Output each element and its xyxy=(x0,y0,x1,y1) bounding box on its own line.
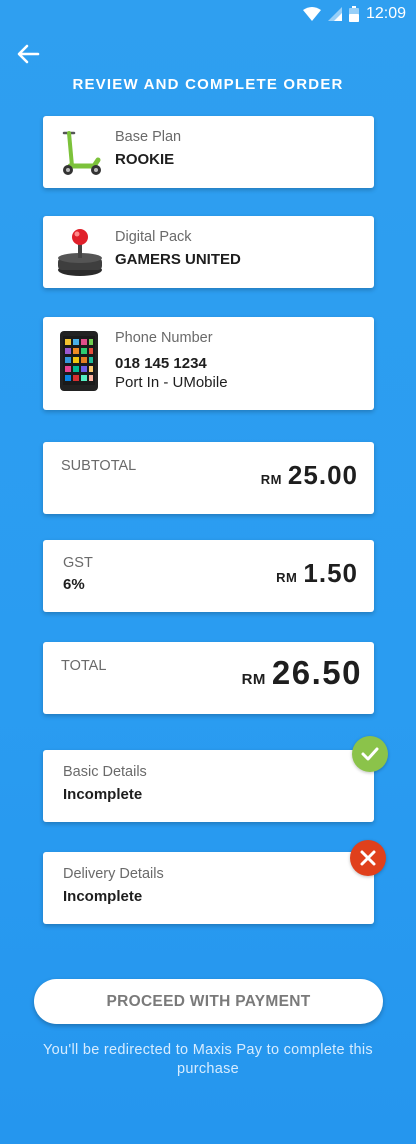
status-time: 12:09 xyxy=(365,5,406,22)
check-icon xyxy=(361,747,379,761)
subtotal-label: SUBTOTAL xyxy=(61,458,137,474)
proceed-payment-button[interactable]: PROCEED WITH PAYMENT xyxy=(34,979,383,1024)
base-plan-label: Base Plan xyxy=(115,129,182,145)
smartphone-icon xyxy=(60,331,98,391)
phone-number-label: Phone Number xyxy=(115,330,213,346)
back-arrow-icon[interactable] xyxy=(14,40,42,68)
error-badge xyxy=(350,840,386,876)
scooter-icon xyxy=(62,131,101,175)
base-plan-value: ROOKIE xyxy=(115,151,175,168)
delivery-details-card[interactable]: Delivery Details Incomplete xyxy=(43,852,374,924)
delivery-details-status: Incomplete xyxy=(63,888,143,905)
total-currency: RM xyxy=(241,671,266,688)
base-plan-card[interactable]: Base Plan ROOKIE xyxy=(43,116,374,188)
check-badge xyxy=(352,736,388,772)
delivery-details-label: Delivery Details xyxy=(63,866,164,882)
digital-pack-card[interactable]: Digital Pack GAMERS UNITED xyxy=(43,216,374,288)
total-label: TOTAL xyxy=(61,658,107,674)
subtotal-currency: RM xyxy=(260,472,282,487)
phone-number-value: 018 145 1234 xyxy=(115,355,207,372)
redirect-note: You'll be redirected to Maxis Pay to com… xyxy=(43,1042,373,1077)
subtotal-card: SUBTOTAL RM 25.00 xyxy=(43,442,374,514)
total-amount-group: RM 26.50 xyxy=(242,654,362,692)
total-card: TOTAL RM 26.50 xyxy=(43,642,374,714)
basic-details-status: Incomplete xyxy=(63,786,143,803)
total-amount: 26.50 xyxy=(271,654,362,691)
port-in-text: Port In - UMobile xyxy=(115,374,228,391)
status-bar: 12:09 xyxy=(0,0,416,32)
digital-pack-value: GAMERS UNITED xyxy=(115,251,241,268)
digital-pack-label: Digital Pack xyxy=(115,229,192,245)
status-icons: 12:09 xyxy=(302,5,406,23)
signal-icon xyxy=(327,7,342,21)
gst-card: GST 6% RM 1.50 xyxy=(43,540,374,612)
joystick-icon xyxy=(58,229,102,276)
basic-details-card[interactable]: Basic Details Incomplete xyxy=(43,750,374,822)
battery-icon xyxy=(348,6,359,22)
gst-currency: RM xyxy=(276,570,298,585)
close-icon xyxy=(360,850,376,866)
gst-block: GST 6% xyxy=(63,555,93,593)
page-title: REVIEW AND COMPLETE ORDER xyxy=(72,76,344,93)
delivery-details-block: Delivery Details Incomplete xyxy=(63,866,164,905)
subtotal-amount-group: RM 25.00 xyxy=(261,460,358,491)
basic-details-label: Basic Details xyxy=(63,764,147,780)
gst-label: GST xyxy=(63,555,93,571)
wifi-icon xyxy=(302,7,321,21)
phone-number-card[interactable]: Phone Number 018 145 1234 Port In - UMob… xyxy=(43,317,374,410)
subtotal-amount: 25.00 xyxy=(287,460,358,490)
gst-rate: 6% xyxy=(63,576,85,593)
gst-amount: 1.50 xyxy=(303,558,358,588)
basic-details-block: Basic Details Incomplete xyxy=(63,764,147,803)
gst-amount-group: RM 1.50 xyxy=(276,558,358,589)
